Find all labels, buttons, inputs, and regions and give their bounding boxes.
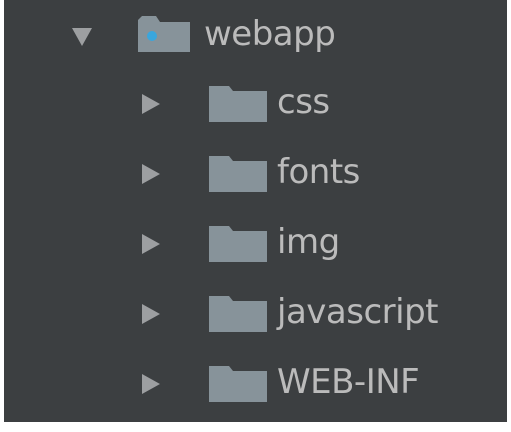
- web-folder-icon: [138, 16, 190, 52]
- tree-node-web-inf[interactable]: WEB-INF: [4, 356, 507, 416]
- tree-node-label: javascript: [277, 292, 438, 332]
- collapse-arrow-icon[interactable]: [142, 164, 160, 184]
- tree-node-fonts[interactable]: fonts: [4, 146, 507, 206]
- folder-icon: [209, 156, 267, 192]
- tree-node-label: css: [277, 82, 330, 122]
- tree-node-label: WEB-INF: [277, 362, 420, 402]
- collapse-arrow-icon[interactable]: [142, 374, 160, 394]
- folder-icon: [209, 366, 267, 402]
- expand-arrow-icon[interactable]: [72, 28, 92, 46]
- tree-node-label: fonts: [277, 152, 360, 192]
- collapse-arrow-icon[interactable]: [142, 234, 160, 254]
- tree-node-webapp[interactable]: webapp: [4, 6, 507, 66]
- tree-node-css[interactable]: css: [4, 76, 507, 136]
- tree-node-javascript[interactable]: javascript: [4, 286, 507, 346]
- tree-node-label: img: [277, 222, 340, 262]
- collapse-arrow-icon[interactable]: [142, 304, 160, 324]
- folder-icon: [209, 86, 267, 122]
- tree-node-img[interactable]: img: [4, 216, 507, 276]
- folder-icon: [209, 296, 267, 332]
- project-tree-panel: webapp css fonts img javascript WEB-INF: [4, 0, 507, 422]
- collapse-arrow-icon[interactable]: [142, 94, 160, 114]
- folder-icon: [209, 226, 267, 262]
- tree-node-label: webapp: [204, 14, 336, 54]
